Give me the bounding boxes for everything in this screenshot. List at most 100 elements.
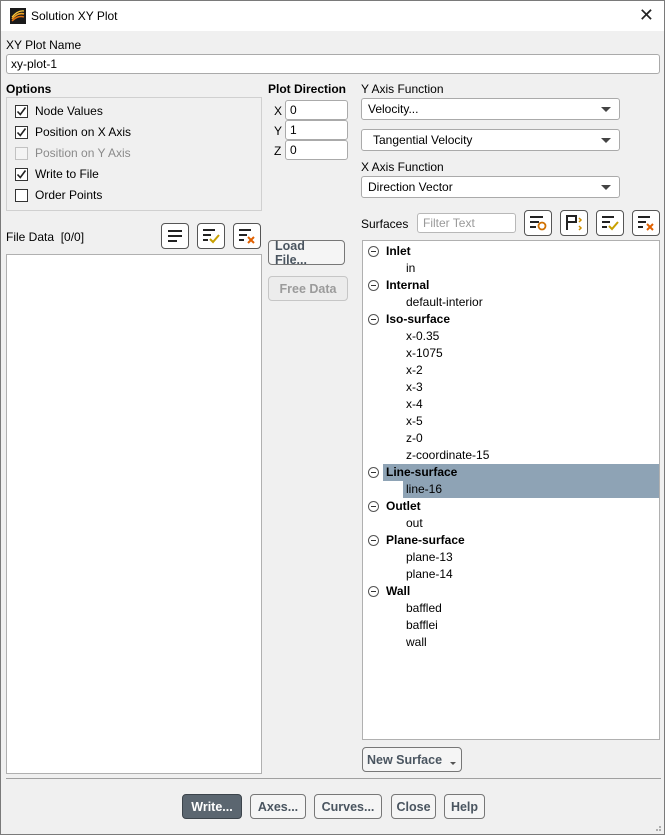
- collapse-icon[interactable]: [368, 467, 379, 478]
- surfaces-select-all-button[interactable]: [596, 210, 624, 236]
- surfaces-tree[interactable]: Inlet in Internal default-interior Iso-s…: [362, 240, 660, 740]
- free-data-button[interactable]: Free Data: [268, 276, 348, 301]
- tree-item[interactable]: x-4: [363, 396, 659, 413]
- option-write-to-file[interactable]: Write to File: [15, 166, 99, 182]
- tree-item[interactable]: z-coordinate-15: [363, 447, 659, 464]
- tree-item[interactable]: out: [363, 515, 659, 532]
- tree-item-label: line-16: [406, 482, 443, 496]
- dropdown-value: Velocity...: [368, 102, 419, 116]
- option-position-y[interactable]: Position on Y Axis: [15, 145, 131, 161]
- file-data-list[interactable]: [6, 254, 262, 774]
- tree-group-plane-surface[interactable]: Plane-surface: [363, 532, 659, 549]
- check-icon: [16, 127, 27, 137]
- tree-item[interactable]: z-0: [363, 430, 659, 447]
- option-position-x[interactable]: Position on X Axis: [15, 124, 131, 140]
- dropdown-arrow-icon: [450, 762, 456, 765]
- tree-item-label: out: [406, 516, 423, 530]
- list-icon: [168, 230, 182, 242]
- tree-item-label: plane-13: [406, 550, 453, 564]
- checkbox-order-points[interactable]: [15, 188, 28, 202]
- direction-y-label: Y: [274, 124, 283, 138]
- tree-item-label: bafflei: [406, 618, 438, 632]
- resize-grip-icon[interactable]: [652, 822, 662, 832]
- check-icon: [16, 106, 27, 116]
- tree-item[interactable]: x-5: [363, 413, 659, 430]
- collapse-icon[interactable]: [368, 280, 379, 291]
- load-file-button[interactable]: Load File...: [268, 239, 345, 267]
- file-data-select-all-button[interactable]: [197, 223, 225, 249]
- tree-item[interactable]: x-2: [363, 362, 659, 379]
- tree-item[interactable]: baffled: [363, 600, 659, 617]
- tree-item[interactable]: x-1075: [363, 345, 659, 362]
- file-data-deselect-all-button[interactable]: [233, 223, 261, 249]
- tree-item-label: z-coordinate-15: [406, 448, 490, 462]
- tree-item-label: x-5: [406, 414, 423, 428]
- checkbox-position-y[interactable]: [15, 146, 28, 160]
- option-order-points[interactable]: Order Points: [15, 187, 102, 203]
- option-node-values[interactable]: Node Values: [15, 103, 103, 119]
- plot-name-label: XY Plot Name: [6, 38, 82, 52]
- surfaces-label: Surfaces: [361, 217, 409, 231]
- surfaces-filter-button[interactable]: [524, 210, 552, 236]
- deselect-all-icon: [239, 229, 255, 244]
- tree-item-label: x-1075: [406, 346, 443, 360]
- dropdown-arrow-icon: [601, 138, 611, 143]
- tree-item-label: z-0: [406, 431, 423, 445]
- direction-y-input[interactable]: 1: [285, 120, 348, 140]
- x-axis-function-label: X Axis Function: [361, 160, 444, 174]
- dropdown-arrow-icon: [601, 107, 611, 112]
- tree-group-outlet[interactable]: Outlet: [363, 498, 659, 515]
- tree-item[interactable]: plane-14: [363, 566, 659, 583]
- surfaces-group-button[interactable]: [560, 210, 588, 236]
- tree-item[interactable]: in: [363, 260, 659, 277]
- checkbox-write-to-file[interactable]: [15, 167, 28, 181]
- y-axis-quantity-dropdown[interactable]: Tangential Velocity: [361, 129, 620, 151]
- filter-list-icon: [530, 216, 547, 231]
- tree-item[interactable]: x-0.35: [363, 328, 659, 345]
- checkbox-position-x[interactable]: [15, 125, 28, 139]
- close-button[interactable]: Close: [391, 794, 436, 819]
- collapse-icon[interactable]: [368, 501, 379, 512]
- tree-group-label: Outlet: [386, 499, 421, 513]
- help-button[interactable]: Help: [444, 794, 485, 819]
- tree-item[interactable]: wall: [363, 634, 659, 651]
- tree-item[interactable]: bafflei: [363, 617, 659, 634]
- collapse-icon[interactable]: [368, 535, 379, 546]
- checkbox-node-values[interactable]: [15, 104, 28, 118]
- tree-group-line-surface[interactable]: Line-surface: [383, 464, 659, 481]
- dropdown-value: Tangential Velocity: [373, 133, 473, 147]
- tree-item-label: in: [406, 261, 416, 275]
- tree-item-label: baffled: [406, 601, 442, 615]
- tree-group-label: Inlet: [386, 244, 411, 258]
- tree-item[interactable]: x-3: [363, 379, 659, 396]
- new-surface-label: New Surface: [367, 752, 443, 767]
- direction-x-label: X: [274, 104, 283, 118]
- new-surface-button[interactable]: New Surface: [362, 747, 462, 772]
- tree-item[interactable]: default-interior: [363, 294, 659, 311]
- file-data-label: File Data [0/0]: [6, 230, 84, 244]
- direction-x-input[interactable]: 0: [285, 100, 348, 120]
- file-data-list-button[interactable]: [161, 223, 189, 249]
- tree-group-iso-surface[interactable]: Iso-surface: [363, 311, 659, 328]
- close-icon[interactable]: ✕: [639, 5, 654, 25]
- tree-group-internal[interactable]: Internal: [363, 277, 659, 294]
- tree-group-inlet[interactable]: Inlet: [363, 243, 659, 260]
- x-axis-function-dropdown[interactable]: Direction Vector: [361, 176, 620, 198]
- tree-item[interactable]: plane-13: [363, 549, 659, 566]
- collapse-icon[interactable]: [368, 314, 379, 325]
- window-title: Solution XY Plot: [31, 9, 118, 23]
- curves-button[interactable]: Curves...: [314, 794, 382, 819]
- direction-z-input[interactable]: 0: [285, 140, 348, 160]
- tree-group-wall[interactable]: Wall: [363, 583, 659, 600]
- surfaces-deselect-all-button[interactable]: [632, 210, 660, 236]
- tree-item-selected[interactable]: line-16: [403, 481, 659, 498]
- title-bar: Solution XY Plot ✕: [1, 1, 664, 31]
- y-axis-category-dropdown[interactable]: Velocity...: [361, 98, 620, 120]
- collapse-icon[interactable]: [368, 586, 379, 597]
- axes-button[interactable]: Axes...: [250, 794, 306, 819]
- plot-name-input[interactable]: xy-plot-1: [6, 54, 660, 74]
- write-button[interactable]: Write...: [182, 794, 242, 819]
- collapse-icon[interactable]: [368, 246, 379, 257]
- surfaces-filter-input[interactable]: Filter Text: [417, 213, 516, 233]
- direction-z-label: Z: [274, 144, 282, 158]
